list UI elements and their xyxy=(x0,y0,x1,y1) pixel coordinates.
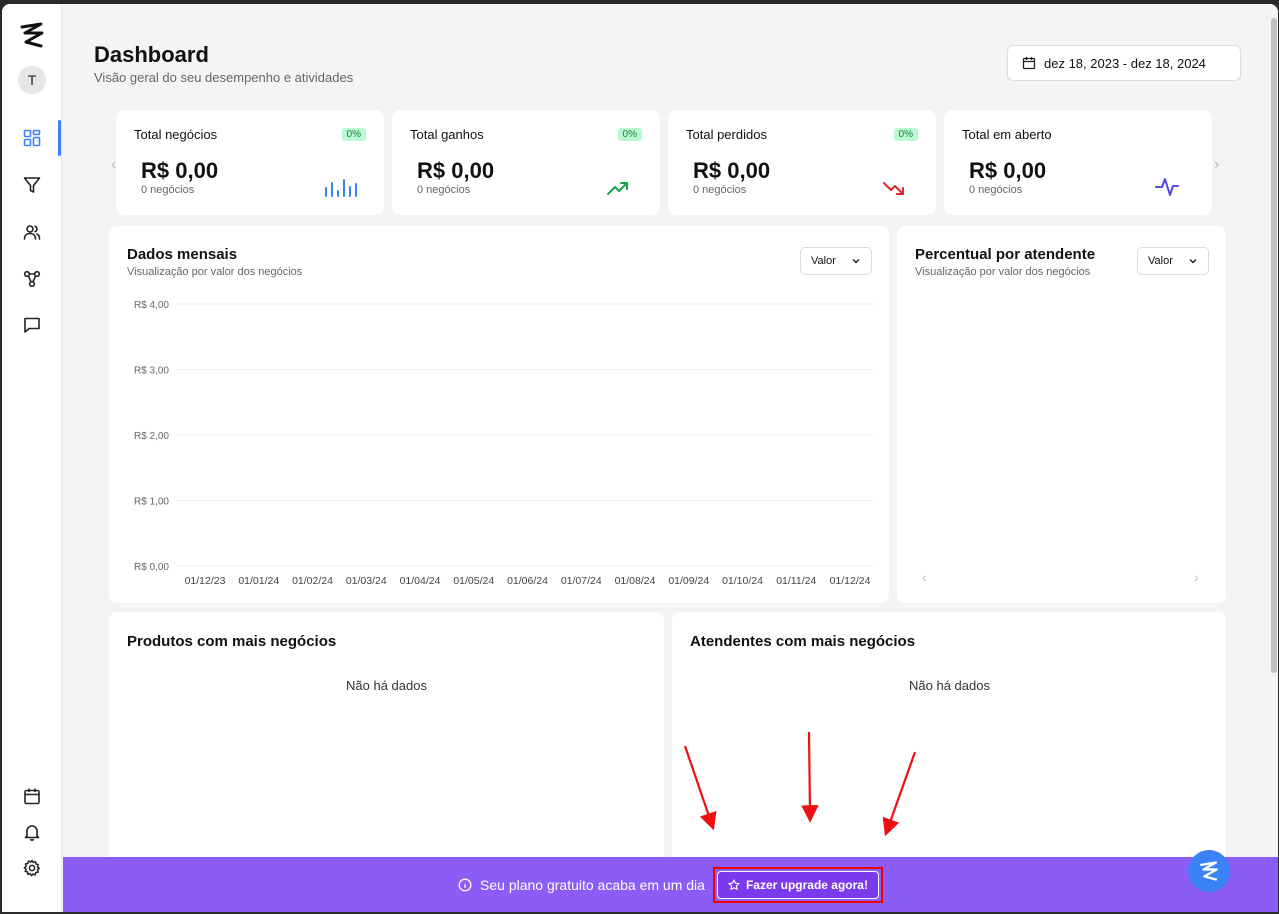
vertical-scrollbar[interactable] xyxy=(1270,18,1278,673)
kpi-badge: 0% xyxy=(617,128,642,141)
agents-title: Atendentes com mais negócios xyxy=(690,633,916,650)
x-tick-label: 01/09/24 xyxy=(668,575,709,587)
calendar-icon xyxy=(1022,57,1036,70)
x-tick-label: 01/12/23 xyxy=(185,575,226,587)
main-content: Dashboard Visão geral do seu desempenho … xyxy=(63,4,1278,912)
products-title: Produtos com mais negócios xyxy=(127,633,337,650)
kpi-card-total-em-aberto: Total em aberto R$ 0,00 0 negócios xyxy=(944,110,1212,215)
percent-subtitle: Visualização por valor dos negócios xyxy=(915,266,1091,278)
agents-empty-state: Não há dados xyxy=(909,678,990,693)
kpi-card-total-perdidos: Total perdidos 0% R$ 0,00 0 negócios xyxy=(668,110,936,215)
users-icon[interactable] xyxy=(22,222,42,242)
annotation-arrow xyxy=(683,745,717,831)
user-avatar[interactable]: T xyxy=(18,66,46,94)
top-products-card: Produtos com mais negócios Não há dados xyxy=(109,612,664,872)
app-logo-icon[interactable] xyxy=(19,22,45,48)
kpi-badge: 0% xyxy=(341,128,366,141)
kpi-title: Total negócios xyxy=(134,127,218,142)
annotation-arrow xyxy=(882,751,917,837)
info-icon xyxy=(458,878,472,891)
sidebar: T xyxy=(2,4,62,912)
trending-up-icon xyxy=(600,174,634,198)
kpi-card-total-ganhos: Total ganhos 0% R$ 0,00 0 negócios xyxy=(392,110,660,215)
upgrade-button-label: Fazer upgrade agora! xyxy=(745,877,868,892)
star-icon xyxy=(728,878,740,890)
app-window: T Dashboard Visão geral do seu desempenh… xyxy=(2,4,1278,912)
x-tick-label: 01/04/24 xyxy=(400,575,441,587)
x-tick-label: 01/06/24 xyxy=(507,575,548,587)
bar-chart-icon xyxy=(324,174,358,198)
y-tick-label: R$ 2,00 xyxy=(134,431,169,442)
page-title: Dashboard xyxy=(94,42,209,67)
monthly-data-card: Dados mensais Visualização por valor dos… xyxy=(109,226,889,603)
upgrade-button[interactable]: Fazer upgrade agora! xyxy=(716,870,879,899)
y-tick-label: R$ 0,00 xyxy=(134,562,169,573)
date-range-picker[interactable]: dez 18, 2023 - dez 18, 2024 xyxy=(1007,45,1241,81)
upgrade-banner: Seu plano gratuito acaba em um dia Fazer… xyxy=(63,857,1278,912)
date-range-label: dez 18, 2023 - dez 18, 2024 xyxy=(1044,55,1206,71)
x-tick-label: 01/03/24 xyxy=(346,575,387,587)
upgrade-highlight: Fazer upgrade agora! xyxy=(712,866,883,903)
kpi-count: 0 negócios xyxy=(693,184,747,196)
kpi-count: 0 negócios xyxy=(141,184,195,196)
kpi-title: Total perdidos xyxy=(686,127,767,142)
scrollbar-thumb[interactable] xyxy=(1271,18,1277,673)
bell-icon[interactable] xyxy=(22,822,42,842)
kpi-count: 0 negócios xyxy=(417,184,471,196)
workflow-icon[interactable] xyxy=(22,269,42,289)
monthly-line-chart: R$ 0,00 R$ 1,00 R$ 2,00 R$ 3,00 R$ 4,00 01/12… xyxy=(134,300,874,587)
kpi-badge: 0% xyxy=(893,128,918,141)
percent-by-agent-card: Percentual por atendente Visualização po… xyxy=(897,226,1226,603)
chevron-right-icon[interactable]: › xyxy=(1194,569,1199,585)
chevron-left-icon[interactable]: ‹ xyxy=(922,569,927,585)
avatar-initial: T xyxy=(27,72,37,88)
annotation-arrows xyxy=(683,731,917,837)
x-tick-label: 01/01/24 xyxy=(238,575,279,587)
nav-active-indicator xyxy=(58,120,61,156)
percent-metric-select[interactable]: Valor xyxy=(1137,247,1209,275)
y-tick-label: R$ 1,00 xyxy=(134,497,169,508)
kpi-title: Total em aberto xyxy=(962,127,1052,142)
dashboard-icon[interactable] xyxy=(22,128,42,148)
x-tick-label: 01/10/24 xyxy=(722,575,763,587)
percent-title: Percentual por atendente xyxy=(915,246,1096,263)
chat-logo-icon xyxy=(1200,861,1218,881)
banner-message: Seu plano gratuito acaba em um dia xyxy=(480,876,705,893)
x-tick-label: 01/02/24 xyxy=(292,575,333,587)
y-tick-label: R$ 4,00 xyxy=(134,300,169,311)
products-empty-state: Não há dados xyxy=(346,678,427,693)
x-tick-label: 01/05/24 xyxy=(453,575,494,587)
activity-icon xyxy=(1152,174,1186,198)
kpi-value: R$ 0,00 xyxy=(141,158,219,183)
kpi-value: R$ 0,00 xyxy=(969,158,1047,183)
kpi-value: R$ 0,00 xyxy=(417,158,495,183)
select-value: Valor xyxy=(1148,255,1173,267)
chevron-right-icon[interactable]: › xyxy=(1214,156,1219,174)
kpi-card-total-negocios: Total negócios 0% R$ 0,00 0 negócios xyxy=(116,110,384,215)
filter-icon[interactable] xyxy=(22,175,42,195)
chevron-down-icon xyxy=(1189,259,1197,264)
kpi-title: Total ganhos xyxy=(410,127,484,142)
x-tick-label: 01/11/24 xyxy=(776,575,816,587)
y-tick-label: R$ 3,00 xyxy=(134,366,169,377)
kpi-count: 0 negócios xyxy=(969,184,1023,196)
trending-down-icon xyxy=(876,174,910,198)
kpi-value: R$ 0,00 xyxy=(693,158,771,183)
annotation-arrow xyxy=(801,731,819,823)
chat-icon[interactable] xyxy=(22,315,42,335)
support-chat-button[interactable] xyxy=(1188,850,1230,892)
x-tick-label: 01/12/24 xyxy=(830,575,871,587)
x-tick-label: 01/07/24 xyxy=(561,575,602,587)
x-tick-label: 01/08/24 xyxy=(615,575,656,587)
page-subtitle: Visão geral do seu desempenho e atividad… xyxy=(94,70,354,85)
calendar-icon[interactable] xyxy=(22,786,42,806)
settings-gear-icon[interactable] xyxy=(22,858,42,878)
